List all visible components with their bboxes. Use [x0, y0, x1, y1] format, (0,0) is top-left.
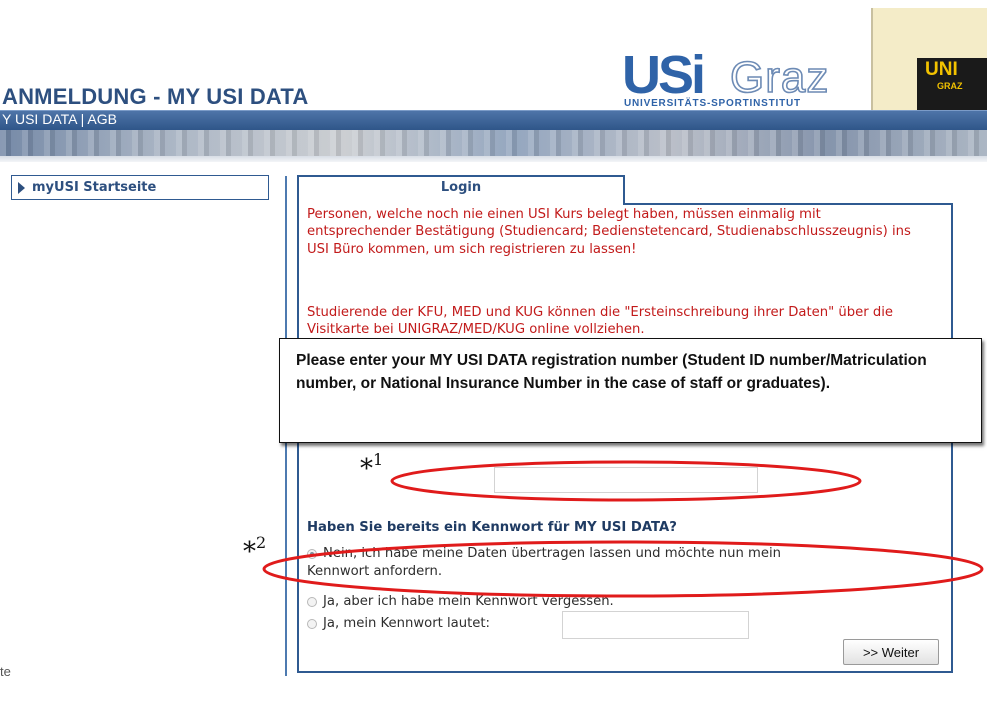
marker-2: *2: [243, 533, 266, 567]
uni-graz-logo[interactable]: UNI GRAZ: [871, 8, 987, 110]
usi-graz-logo[interactable]: USi Graz UNIVERSITÄTS-SPORTINSTITUT: [622, 48, 872, 110]
radio-request-password[interactable]: [307, 549, 317, 559]
top-nav-links: Y USI DATA | AGB: [2, 111, 117, 127]
nav-link-my-usi-data[interactable]: Y USI DATA: [2, 111, 77, 127]
header-banner-image: [0, 130, 987, 156]
radio-forgot-password[interactable]: [307, 597, 317, 607]
option-request-password-cont: Kennwort anfordern.: [307, 564, 443, 579]
student-info-message: Studierende der KFU, MED und KUG können …: [307, 304, 923, 340]
marker-1-number: 1: [373, 450, 384, 469]
option-enter-password-label: Ja, mein Kennwort lautet:: [323, 616, 490, 631]
nav-separator: |: [76, 111, 88, 127]
option-enter-password[interactable]: Ja, mein Kennwort lautet:: [307, 615, 490, 633]
tab-login[interactable]: Login: [297, 175, 625, 205]
marker-2-star: *: [243, 537, 256, 567]
instruction-callout: Please enter your MY USI DATA registrati…: [279, 338, 982, 443]
nav-link-agb[interactable]: AGB: [87, 111, 117, 127]
radio-enter-password[interactable]: [307, 619, 317, 629]
uni-logo-subtitle: GRAZ: [937, 81, 963, 91]
option-forgot-password[interactable]: Ja, aber ich habe mein Kennwort vergesse…: [307, 593, 614, 611]
uni-logo-text: UNI: [925, 59, 958, 80]
usi-logo-text: USi: [622, 45, 706, 105]
marker-2-number: 2: [256, 533, 267, 552]
option-request-password-label: Nein, ich habe meine Daten übertragen la…: [323, 546, 781, 561]
tab-login-label: Login: [440, 180, 482, 195]
instruction-callout-text: Please enter your MY USI DATA registrati…: [296, 352, 927, 392]
option-forgot-password-label: Ja, aber ich habe mein Kennwort vergesse…: [323, 594, 614, 609]
weiter-button[interactable]: >> Weiter: [843, 639, 939, 665]
top-nav-bar: [0, 110, 987, 130]
page-title: ANMELDUNG - MY USI DATA: [2, 84, 309, 109]
sidebar-cut-text: te: [0, 664, 11, 679]
usi-logo-subtitle: UNIVERSITÄTS-SPORTINSTITUT: [624, 98, 801, 109]
password-input[interactable]: [562, 611, 749, 639]
registration-info-message: Personen, welche noch nie einen USI Kurs…: [307, 206, 923, 269]
password-question: Haben Sie bereits ein Kennwort für MY US…: [307, 520, 677, 535]
sidebar-item-myusi-startseite[interactable]: myUSI Startseite: [11, 175, 269, 200]
registration-number-input[interactable]: [494, 467, 758, 493]
student-message-text: Studierende der KFU, MED und KUG können …: [307, 305, 893, 338]
marker-1: *1: [360, 450, 383, 484]
triangle-right-icon: [18, 182, 25, 194]
sidebar-item-label: myUSI Startseite: [32, 180, 157, 195]
info-message-text: Personen, welche noch nie einen USI Kurs…: [307, 207, 911, 257]
marker-1-star: *: [360, 454, 373, 484]
option-request-password[interactable]: Nein, ich habe meine Daten übertragen la…: [307, 545, 923, 563]
banner-strip: [0, 156, 987, 162]
graz-logo-text: Graz: [729, 53, 830, 102]
